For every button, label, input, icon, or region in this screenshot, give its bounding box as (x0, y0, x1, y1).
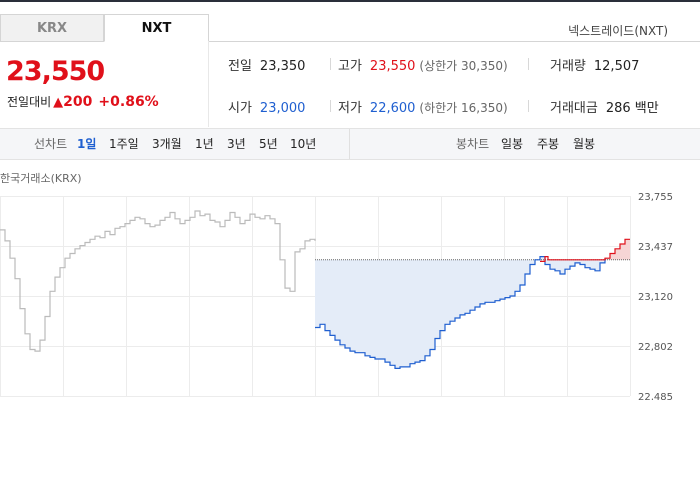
up-arrow-icon: ▲ (53, 95, 64, 110)
series-fill-above (605, 239, 630, 260)
period-1d[interactable]: 1일 (77, 129, 96, 159)
stat-low: 저가 22,600 (하한가 16,350) (338, 97, 508, 116)
upper-limit: (상한가 30,350) (419, 59, 508, 73)
stat-value: 23,350 (259, 59, 306, 74)
period-3m[interactable]: 3개월 (152, 129, 182, 159)
series-line-premarket (0, 210, 316, 352)
stat-label: 저가 (338, 101, 362, 116)
candle-weekly[interactable]: 주봉 (537, 129, 559, 159)
stat-value: 286 백만 (605, 101, 659, 116)
line-chart-label: 선차트 (34, 137, 68, 151)
stat-value: 22,600 (369, 101, 416, 116)
period-10y[interactable]: 10년 (290, 129, 316, 159)
stat-trade-value: 거래대금 286 백만 (550, 97, 659, 116)
stat-label: 거래량 (550, 59, 586, 74)
change-percent: +0.86% (98, 94, 159, 110)
intraday-chart: 23,755 23,437 23,120 22,802 22,485 (0, 192, 673, 400)
tab-nxt[interactable]: NXT (104, 14, 209, 42)
y-axis: 23,755 23,437 23,120 22,802 22,485 (638, 192, 673, 400)
column-divider (330, 58, 331, 70)
column-divider (330, 100, 331, 112)
stat-value: 12,507 (593, 59, 640, 74)
stat-prev-close: 전일 23,350 (228, 55, 305, 74)
summary-divider (208, 42, 209, 127)
stat-value: 23,000 (259, 101, 306, 116)
top-border (0, 0, 700, 2)
exchange-label: 넥스트레이드(NXT) (568, 24, 668, 38)
series-fill-below (315, 256, 605, 369)
stat-label: 고가 (338, 59, 362, 74)
tab-krx[interactable]: KRX (0, 14, 104, 41)
price-change: 전일대비 ▲200 +0.86% (7, 93, 159, 110)
change-amount: 200 (63, 94, 93, 110)
stat-label: 시가 (228, 101, 252, 116)
y-tick-label: 22,485 (638, 392, 673, 400)
column-divider (528, 58, 529, 70)
period-1y[interactable]: 1년 (195, 129, 214, 159)
y-tick-label: 22,802 (638, 342, 673, 353)
period-5y[interactable]: 5년 (259, 129, 278, 159)
stat-label: 거래대금 (550, 101, 598, 116)
period-3y[interactable]: 3년 (227, 129, 246, 159)
stat-label: 전일 (228, 59, 252, 74)
y-tick-label: 23,437 (638, 242, 673, 253)
change-label: 전일대비 (7, 95, 52, 109)
chart-title: 한국거래소(KRX) (0, 172, 82, 185)
lower-limit: (하한가 16,350) (419, 101, 508, 115)
current-price: 23,550 (6, 56, 105, 87)
candle-chart-label: 봉차트 (456, 137, 490, 151)
stat-volume: 거래량 12,507 (550, 55, 639, 74)
period-1w[interactable]: 1주일 (109, 129, 139, 159)
period-bar: 선차트 1일 1주일 3개월 1년 3년 5년 10년 봉차트 일봉 주봉 월봉 (0, 128, 700, 160)
y-tick-label: 23,120 (638, 292, 673, 303)
stat-open: 시가 23,000 (228, 97, 305, 116)
stat-value: 23,550 (369, 59, 416, 74)
y-tick-label: 23,755 (638, 192, 673, 203)
period-divider (349, 129, 350, 159)
candle-monthly[interactable]: 월봉 (573, 129, 595, 159)
column-divider (528, 100, 529, 112)
stat-high: 고가 23,550 (상한가 30,350) (338, 55, 508, 74)
candle-daily[interactable]: 일봉 (501, 129, 523, 159)
